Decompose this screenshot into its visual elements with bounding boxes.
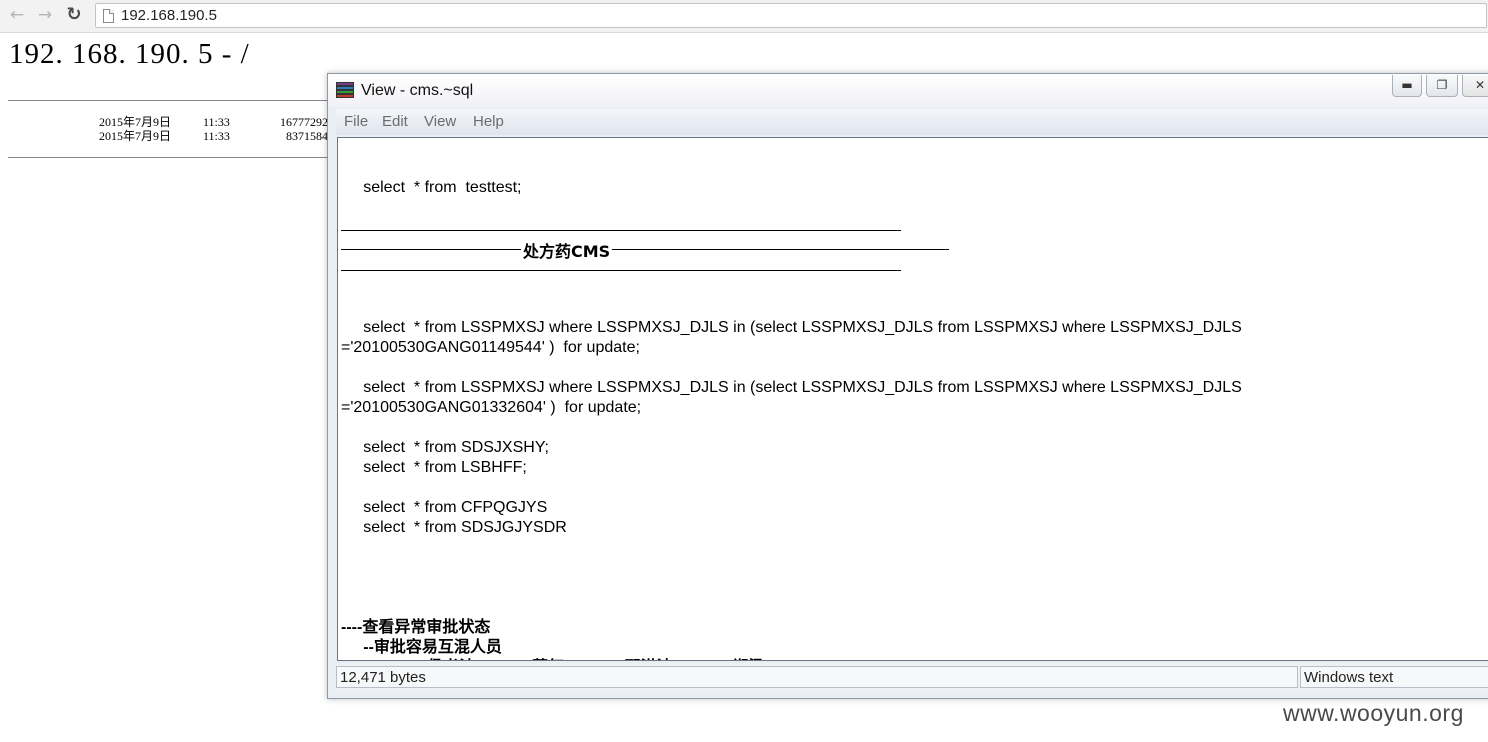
forward-button[interactable]: → bbox=[35, 5, 55, 25]
text-line: ----查看异常审批状态 bbox=[341, 619, 491, 636]
text-line bbox=[341, 538, 1242, 558]
list-item[interactable]: 2015年7月9日 11:33 8371584 bbox=[8, 129, 328, 143]
back-button[interactable]: ← bbox=[7, 5, 27, 25]
text-line: select * from SDSJXSHY; bbox=[341, 439, 549, 456]
text-line bbox=[341, 198, 1242, 218]
restore-button[interactable]: ❐ bbox=[1426, 75, 1458, 97]
divider bbox=[8, 157, 338, 158]
file-size: 16777292 bbox=[280, 115, 328, 129]
text-line bbox=[341, 218, 1242, 238]
text-line bbox=[341, 138, 1242, 158]
separator-line bbox=[341, 230, 901, 231]
restore-icon: ❐ bbox=[1436, 78, 1448, 92]
minimize-icon: ▬ bbox=[1401, 78, 1413, 92]
status-encoding: Windows text bbox=[1300, 666, 1488, 688]
text-viewer[interactable]: select * from testtest; select * from LS… bbox=[337, 137, 1488, 661]
text-line bbox=[341, 238, 1242, 258]
browser-toolbar: ← → ↻ 192.168.190.5 bbox=[0, 0, 1488, 33]
text-line bbox=[341, 418, 1242, 438]
text-line bbox=[341, 278, 1242, 298]
arrow-left-icon: ← bbox=[9, 5, 25, 25]
file-listing: 2015年7月9日 11:33 16777292 2015年7月9日 11:33… bbox=[8, 115, 328, 143]
text-line bbox=[341, 158, 1242, 178]
text-line: select * from LSBHFF; bbox=[341, 459, 527, 476]
text-line bbox=[341, 578, 1242, 598]
reload-button[interactable]: ↻ bbox=[64, 5, 84, 25]
status-bar: 12,471 bytes Windows text bbox=[336, 663, 1488, 693]
text-line bbox=[341, 358, 1242, 378]
watermark: www.wooyun.org bbox=[1283, 700, 1464, 726]
viewer-window: View - cms.~sql ▬ ❐ ✕ File Edit View Hel… bbox=[327, 73, 1488, 699]
text-line: --审批容易互混人员 bbox=[341, 639, 502, 656]
text-line: select * from testtest; bbox=[341, 179, 522, 196]
file-content: select * from testtest; select * from LS… bbox=[341, 138, 1242, 660]
text-line: select * from SDSJGJYSDR bbox=[341, 519, 567, 536]
viewer-title: View - cms.~sql bbox=[361, 82, 474, 99]
page-icon bbox=[103, 9, 114, 23]
file-time: 11:33 bbox=[203, 129, 230, 143]
text-line: select * from LSSPMXSJ where LSSPMXSJ_DJ… bbox=[341, 379, 1242, 396]
minimize-button[interactable]: ▬ bbox=[1392, 75, 1422, 97]
file-date: 2015年7月9日 bbox=[99, 115, 172, 129]
menu-bar: File Edit View Help bbox=[336, 109, 1488, 135]
text-line: select * from LSSPMXSJ where LSSPMXSJ_DJ… bbox=[341, 319, 1242, 336]
text-line bbox=[341, 478, 1242, 498]
close-icon: ✕ bbox=[1474, 78, 1486, 92]
text-line: select * from CFPQGJYS bbox=[341, 499, 548, 516]
text-line bbox=[341, 258, 1242, 278]
menu-file[interactable]: File bbox=[344, 113, 368, 130]
page-title: 192. 168. 190. 5 - / bbox=[9, 38, 250, 70]
menu-edit[interactable]: Edit bbox=[382, 113, 408, 130]
file-time: 11:33 bbox=[203, 115, 230, 129]
text-line bbox=[341, 298, 1242, 318]
address-bar[interactable]: 192.168.190.5 bbox=[95, 3, 1487, 28]
separator-line bbox=[341, 249, 949, 250]
status-file-size: 12,471 bytes bbox=[336, 666, 1298, 688]
text-line: ='20100530GANG01149544' ) for update; bbox=[341, 339, 640, 356]
viewer-titlebar[interactable]: View - cms.~sql ▬ ❐ ✕ bbox=[328, 74, 1488, 107]
arrow-right-icon: → bbox=[37, 5, 53, 25]
close-button[interactable]: ✕ bbox=[1462, 75, 1488, 97]
text-line: ='20100530GANG01332604' ) for update; bbox=[341, 399, 642, 416]
divider bbox=[8, 100, 338, 101]
menu-help[interactable]: Help bbox=[473, 113, 504, 130]
menu-view[interactable]: View bbox=[424, 113, 456, 130]
file-size: 8371584 bbox=[286, 129, 328, 143]
winrar-icon bbox=[336, 82, 354, 100]
reload-icon: ↻ bbox=[66, 4, 82, 25]
text-line: --/ SD01 侯书波 / LN01 葛红 / HJ01 邵洪波 / CQ02… bbox=[341, 658, 1242, 660]
separator-line bbox=[341, 270, 901, 271]
file-date: 2015年7月9日 bbox=[99, 129, 172, 143]
text-line bbox=[341, 598, 1242, 618]
url-text[interactable]: 192.168.190.5 bbox=[121, 7, 217, 24]
section-heading: 处方药CMS bbox=[521, 238, 613, 262]
list-item[interactable]: 2015年7月9日 11:33 16777292 bbox=[8, 115, 328, 129]
text-line bbox=[341, 558, 1242, 578]
